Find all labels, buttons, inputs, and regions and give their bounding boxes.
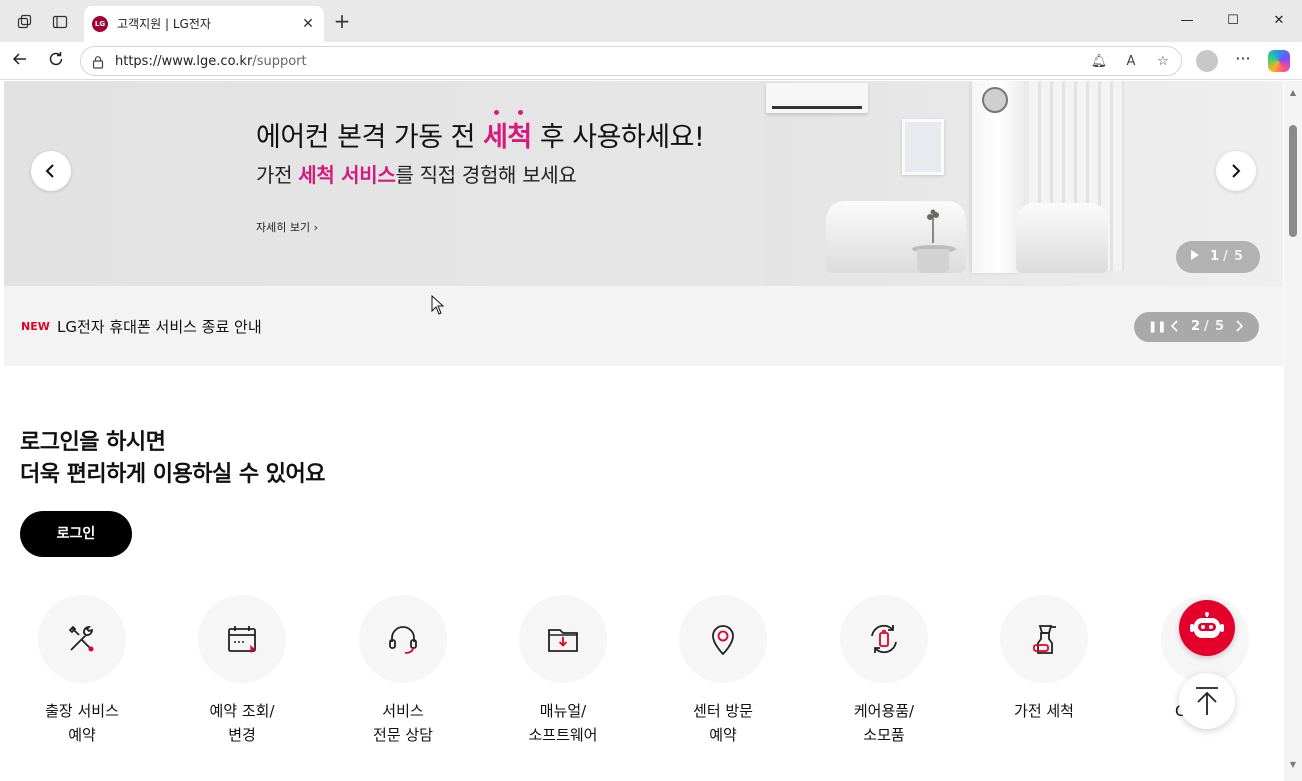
- quick-menu-circle: [1000, 595, 1088, 683]
- repair-tools-icon: [68, 625, 94, 652]
- login-heading-line2: 더욱 편리하게 이용하실 수 있어요: [20, 462, 326, 487]
- chatbot-icon: [1190, 612, 1224, 638]
- url-text: https://www.lge.co.kr/support: [115, 54, 307, 69]
- side-table-base: [917, 249, 949, 273]
- notice-link[interactable]: LG전자 휴대폰 서비스 종료 안내: [57, 316, 262, 337]
- folder-download-icon: [548, 629, 578, 652]
- carousel-prev-button[interactable]: [31, 151, 71, 191]
- quick-menu-label: 매뉴얼/소프트웨어: [528, 702, 598, 744]
- quick-menu-label: 케어용품/소모품: [853, 702, 915, 744]
- hero-pager-separator: /: [1223, 249, 1228, 264]
- headset-icon: [389, 626, 417, 654]
- favorite-star-icon[interactable]: ☆: [1153, 52, 1173, 72]
- notice-pager-total: 5: [1215, 319, 1225, 334]
- new-tab-button[interactable]: +: [330, 10, 354, 34]
- notice-prev-icon[interactable]: [1170, 319, 1180, 337]
- active-tab[interactable]: LG 고객지원 | LG전자 ✕: [84, 6, 324, 42]
- quick-menu-circle: [38, 595, 126, 683]
- wall-air-conditioner-image: [766, 83, 868, 113]
- maximize-icon[interactable]: ☐: [1222, 10, 1244, 32]
- copilot-icon[interactable]: [1268, 50, 1290, 72]
- play-icon[interactable]: [1190, 249, 1200, 265]
- more-icon[interactable]: ···: [1232, 50, 1254, 72]
- quick-menu-circle: [198, 595, 286, 683]
- quick-menu-label: 서비스 전문 상담: [373, 702, 433, 744]
- chevron-left-icon: [45, 164, 54, 178]
- minimize-icon[interactable]: —: [1176, 10, 1198, 32]
- calendar-check-icon: [228, 626, 256, 654]
- browser-tab-bar: LG 고객지원 | LG전자 ✕ + — ☐ ✕: [0, 0, 1302, 42]
- workspaces-icon[interactable]: [14, 11, 36, 33]
- quick-menu-label: 출장 서비스 예약: [45, 702, 119, 744]
- address-bar: https://www.lge.co.kr/support 🔔︎ A ☆ ···: [0, 42, 1302, 80]
- back-icon[interactable]: [9, 50, 31, 72]
- chatbot-button[interactable]: [1179, 600, 1235, 656]
- quick-menu-label: 예약 조회/변경: [209, 702, 275, 744]
- hero-subtitle: 가전 세척 서비스를 직접 경험해 보세요: [256, 163, 577, 187]
- notification-icon[interactable]: 🔔︎: [1089, 52, 1109, 72]
- read-aloud-icon[interactable]: A: [1121, 52, 1141, 72]
- login-heading: 로그인을 하시면 더욱 편리하게 이용하실 수 있어요: [20, 427, 326, 491]
- hero-banner[interactable]: 에어컨 본격 가동 전 세척 후 사용하세요! 가전 세척 서비스를 직접 경험…: [4, 81, 1283, 286]
- lock-icon[interactable]: [91, 54, 105, 69]
- lg-favicon-icon: LG: [92, 16, 108, 32]
- notice-pager: ❚❚ 2 / 5: [1134, 312, 1259, 342]
- page-scrollbar[interactable]: ▲ ▼: [1284, 81, 1302, 781]
- chevron-right-icon: [1232, 164, 1241, 178]
- quick-menu-circle: [840, 595, 928, 683]
- notice-pager-separator: /: [1204, 319, 1209, 334]
- plant-image: [926, 209, 940, 243]
- scroll-down-arrow-icon[interactable]: ▼: [1289, 761, 1297, 769]
- wall-frame-image: [902, 119, 944, 175]
- page-viewport: 에어컨 본격 가동 전 세척 후 사용하세요! 가전 세척 서비스를 직접 경험…: [0, 81, 1302, 781]
- hero-title: 에어컨 본격 가동 전 세척 후 사용하세요!: [256, 122, 705, 153]
- close-icon[interactable]: ✕: [1268, 10, 1290, 32]
- quick-menu-circle: [679, 595, 767, 683]
- scroll-to-top-button[interactable]: [1179, 673, 1235, 729]
- quick-menu-label: 가전 세척: [1014, 702, 1074, 720]
- tab-actions-icon[interactable]: [49, 11, 71, 33]
- quick-menu-circle: [359, 595, 447, 683]
- spray-cleaning-icon: [1033, 625, 1056, 654]
- quick-menu-label: 센터 방문 예약: [693, 702, 753, 744]
- care-supplies-icon: [871, 624, 897, 654]
- hero-pager[interactable]: 1 / 5: [1176, 241, 1260, 273]
- scroll-up-arrow-icon[interactable]: ▲: [1289, 89, 1297, 97]
- login-heading-line1: 로그인을 하시면: [20, 430, 166, 455]
- scrollbar-thumb[interactable]: [1289, 125, 1297, 237]
- url-field[interactable]: https://www.lge.co.kr/support 🔔︎ A ☆: [80, 46, 1182, 76]
- notice-next-icon[interactable]: [1234, 319, 1244, 337]
- hero-more-link[interactable]: 자세히 보기 ›: [256, 219, 318, 235]
- notice-strip: NEW LG전자 휴대폰 서비스 종료 안내 ❚❚ 2 / 5: [4, 286, 1283, 366]
- new-badge: NEW: [21, 320, 50, 333]
- login-button[interactable]: 로그인: [20, 511, 132, 557]
- profile-icon[interactable]: [1196, 50, 1218, 72]
- location-pin-icon: [712, 625, 734, 656]
- quick-menu-circle: [519, 595, 607, 683]
- reload-icon[interactable]: [45, 50, 67, 72]
- pause-icon[interactable]: ❚❚: [1148, 320, 1166, 333]
- carousel-next-button[interactable]: [1216, 151, 1256, 191]
- mouse-cursor-icon: [431, 295, 445, 315]
- arrow-up-icon: [1196, 687, 1218, 715]
- tab-close-icon[interactable]: ✕: [298, 14, 318, 34]
- armchair-image: [1016, 203, 1108, 273]
- hero-pager-total: 5: [1234, 249, 1244, 264]
- notice-pager-current: 2: [1191, 319, 1201, 334]
- hero-pager-current: 1: [1210, 249, 1220, 264]
- tab-title: 고객지원 | LG전자: [117, 17, 211, 31]
